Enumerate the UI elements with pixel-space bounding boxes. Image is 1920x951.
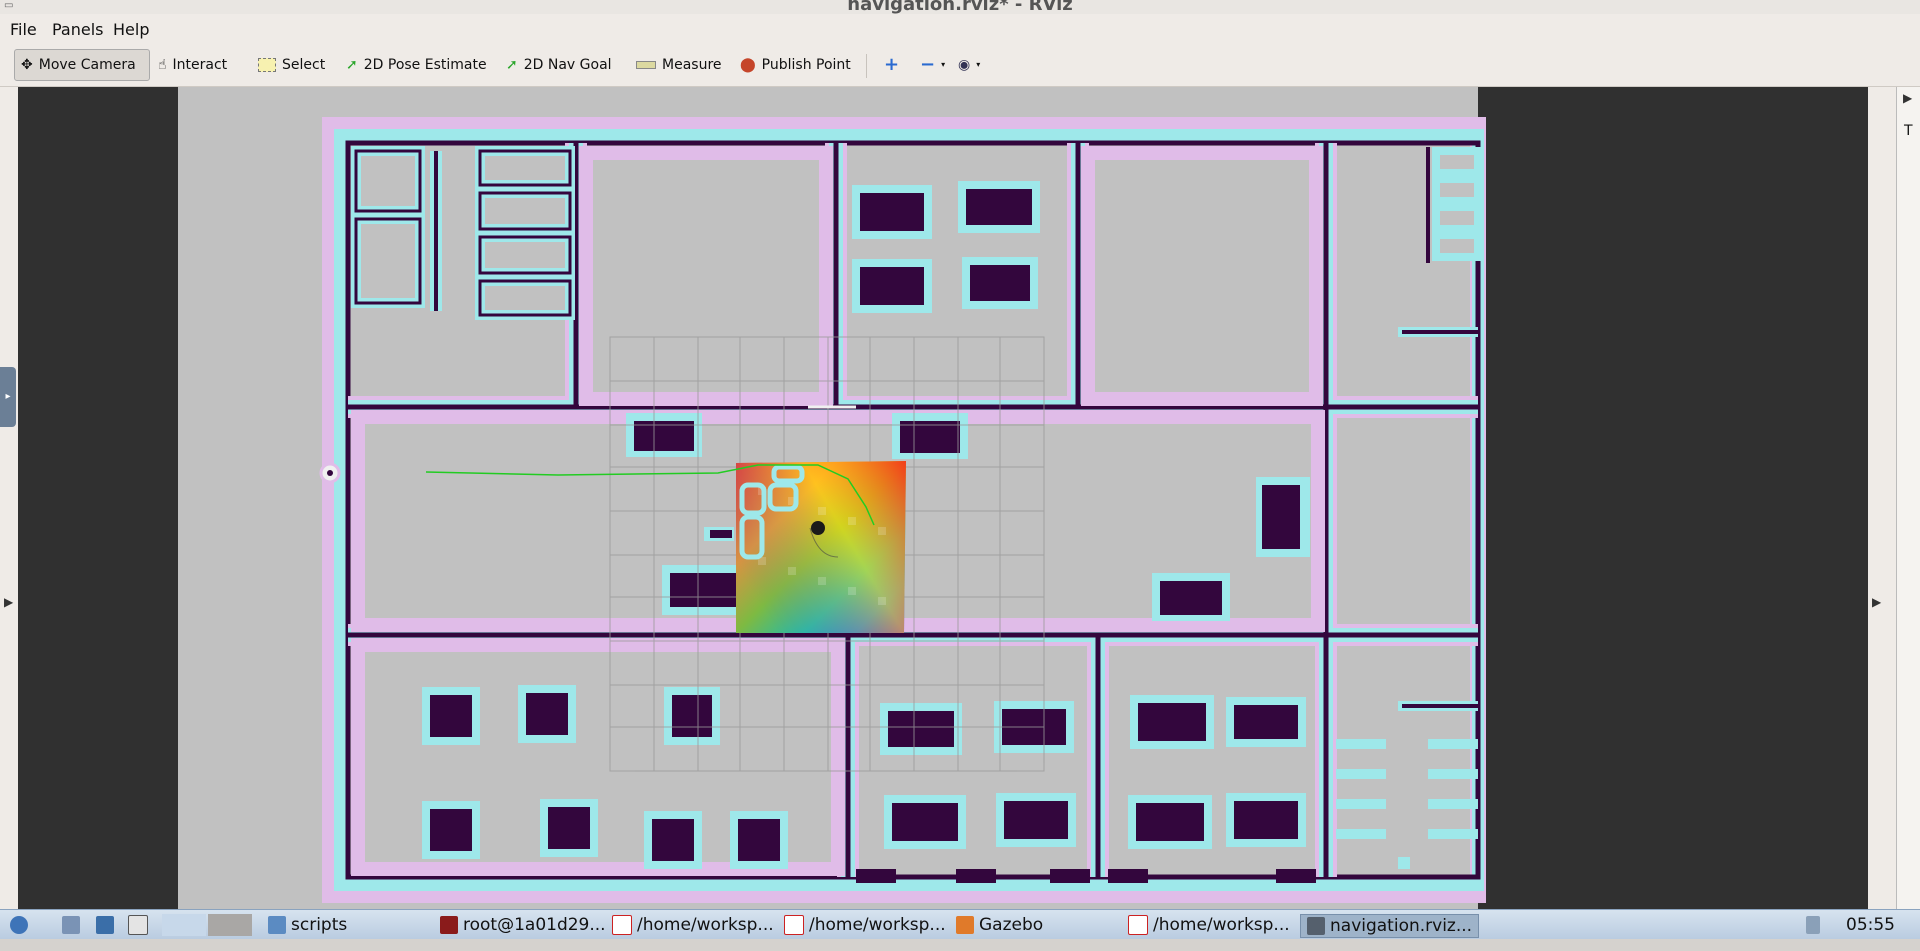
select-label: Select <box>282 57 326 73</box>
add-tool-button[interactable]: + <box>878 49 905 81</box>
browser-icon <box>96 916 114 934</box>
clock[interactable]: 05:55 <box>1846 914 1895 936</box>
rviz-icon <box>1307 917 1325 935</box>
taskbar-item-editor-3[interactable]: /home/worksp... <box>1128 914 1290 936</box>
window-icon <box>128 915 148 935</box>
menu-file[interactable]: File <box>10 20 37 39</box>
menu-help[interactable]: Help <box>113 20 149 39</box>
map-pin-icon: ⬤ <box>740 57 756 73</box>
taskbar-item-label: Gazebo <box>979 915 1044 935</box>
collapse-arrow-icon[interactable]: ▶ <box>1903 91 1912 105</box>
terminal-launcher[interactable] <box>128 914 148 936</box>
expand-left-arrow-icon[interactable]: ▶ <box>4 595 13 609</box>
taskbar-item-scripts[interactable]: scripts <box>268 914 347 936</box>
text-editor-icon <box>612 915 632 935</box>
expand-right-arrow-icon[interactable]: ▶ <box>1872 595 1881 609</box>
pose-estimate-button[interactable]: ➚ 2D Pose Estimate <box>340 49 493 81</box>
taskbar-item-terminal[interactable]: root@1a01d29... <box>440 914 606 936</box>
publish-point-label: Publish Point <box>761 57 851 73</box>
taskbar-item-rviz[interactable]: navigation.rviz... <box>1300 914 1480 938</box>
clock-time: 05:55 <box>1846 915 1895 935</box>
move-camera-icon: ✥ <box>21 57 33 73</box>
start-menu-button[interactable] <box>10 914 28 936</box>
dropdown-arrow-icon: ▾ <box>976 60 981 69</box>
left-dock-strip: ▸ ▶ <box>0 87 18 909</box>
interact-button[interactable]: ☝ Interact <box>152 49 233 81</box>
measure-label: Measure <box>662 57 722 73</box>
start-menu-icon <box>10 916 28 934</box>
file-manager-icon <box>62 916 80 934</box>
plus-icon: + <box>884 54 900 75</box>
nav-goal-button[interactable]: ➚ 2D Nav Goal <box>500 49 618 81</box>
tool-bar: ✥ Move Camera ☝ Interact Select ➚ 2D Pos… <box>0 44 1920 87</box>
taskbar-item-label: /home/worksp... <box>637 915 774 935</box>
view-options-button[interactable]: ◉ ▾ <box>952 49 986 81</box>
nav-goal-label: 2D Nav Goal <box>523 57 612 73</box>
desktop-pager-1[interactable] <box>162 914 206 936</box>
pose-estimate-label: 2D Pose Estimate <box>363 57 487 73</box>
dropdown-arrow-icon: ▾ <box>941 60 946 69</box>
publish-point-button[interactable]: ⬤ Publish Point <box>734 49 857 81</box>
interact-label: Interact <box>172 57 228 73</box>
file-manager-launcher[interactable] <box>62 914 80 936</box>
taskbar-item-label: /home/worksp... <box>809 915 946 935</box>
speaker-icon <box>1806 916 1820 934</box>
taskbar-item-gazebo[interactable]: Gazebo <box>956 914 1043 936</box>
folder-icon <box>268 916 286 934</box>
text-editor-icon <box>784 915 804 935</box>
select-button[interactable]: Select <box>252 49 331 81</box>
menu-bar: File Panels Help <box>0 14 1920 44</box>
eye-icon: ◉ <box>958 57 971 73</box>
taskbar-item-label: /home/worksp... <box>1153 915 1290 935</box>
door-marker-dot <box>327 470 333 476</box>
window-title-bar: ▭ navigation.rviz* - RViz <box>0 0 1920 14</box>
taskbar-item-label: scripts <box>291 915 348 935</box>
taskbar-item-editor-2[interactable]: /home/worksp... <box>784 914 946 936</box>
render-view[interactable] <box>18 87 1868 909</box>
toolbar-separator <box>866 54 867 78</box>
measure-button[interactable]: Measure <box>630 49 728 81</box>
taskbar-item-editor-1[interactable]: /home/worksp... <box>612 914 774 936</box>
select-icon <box>258 58 276 72</box>
ruler-icon <box>636 61 656 69</box>
desktop-pager-2[interactable] <box>208 914 252 936</box>
taskbar-item-label: root@1a01d29... <box>463 915 606 935</box>
taskbar-item-label: navigation.rviz... <box>1330 916 1473 936</box>
green-arrow-icon: ➚ <box>346 57 358 73</box>
displays-panel-toggle[interactable]: ▸ <box>0 367 16 427</box>
move-camera-label: Move Camera <box>38 57 136 73</box>
text-editor-icon <box>1128 915 1148 935</box>
terminal-icon <box>440 916 458 934</box>
move-camera-button[interactable]: ✥ Move Camera <box>14 49 150 81</box>
menu-panels[interactable]: Panels <box>52 20 104 39</box>
remove-tool-button[interactable]: − ▾ <box>914 49 951 81</box>
window-title: navigation.rviz* - RViz <box>847 0 1073 14</box>
taskbar: scripts root@1a01d29... /home/worksp... … <box>0 909 1920 940</box>
minus-icon: − <box>920 54 936 75</box>
browser-launcher[interactable] <box>96 914 114 936</box>
green-arrow-icon: ➚ <box>506 57 518 73</box>
views-tab-letter: T <box>1904 123 1913 139</box>
costmap-render[interactable] <box>18 87 1868 909</box>
gazebo-icon <box>956 916 974 934</box>
bottom-edge <box>0 939 1920 951</box>
volume-control[interactable] <box>1806 914 1820 936</box>
hand-icon: ☝ <box>158 57 167 73</box>
views-panel-collapsed[interactable]: ▶ T <box>1896 87 1920 909</box>
robot-marker <box>811 521 825 535</box>
